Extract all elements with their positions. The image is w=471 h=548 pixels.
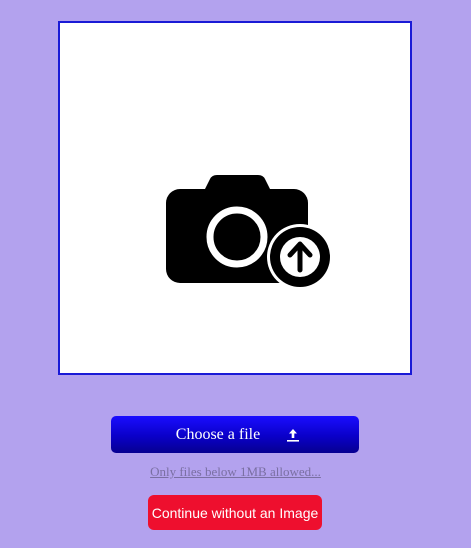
file-size-note: Only files below 1MB allowed... <box>150 464 321 479</box>
upload-arrow-icon <box>287 428 300 442</box>
choose-file-button[interactable]: Choose a file <box>111 416 359 453</box>
choose-file-label: Choose a file <box>175 425 261 443</box>
continue-without-image-button[interactable]: Continue without an Image <box>148 495 322 530</box>
image-preview-box[interactable] <box>58 21 412 375</box>
camera-upload-icon <box>166 175 333 288</box>
